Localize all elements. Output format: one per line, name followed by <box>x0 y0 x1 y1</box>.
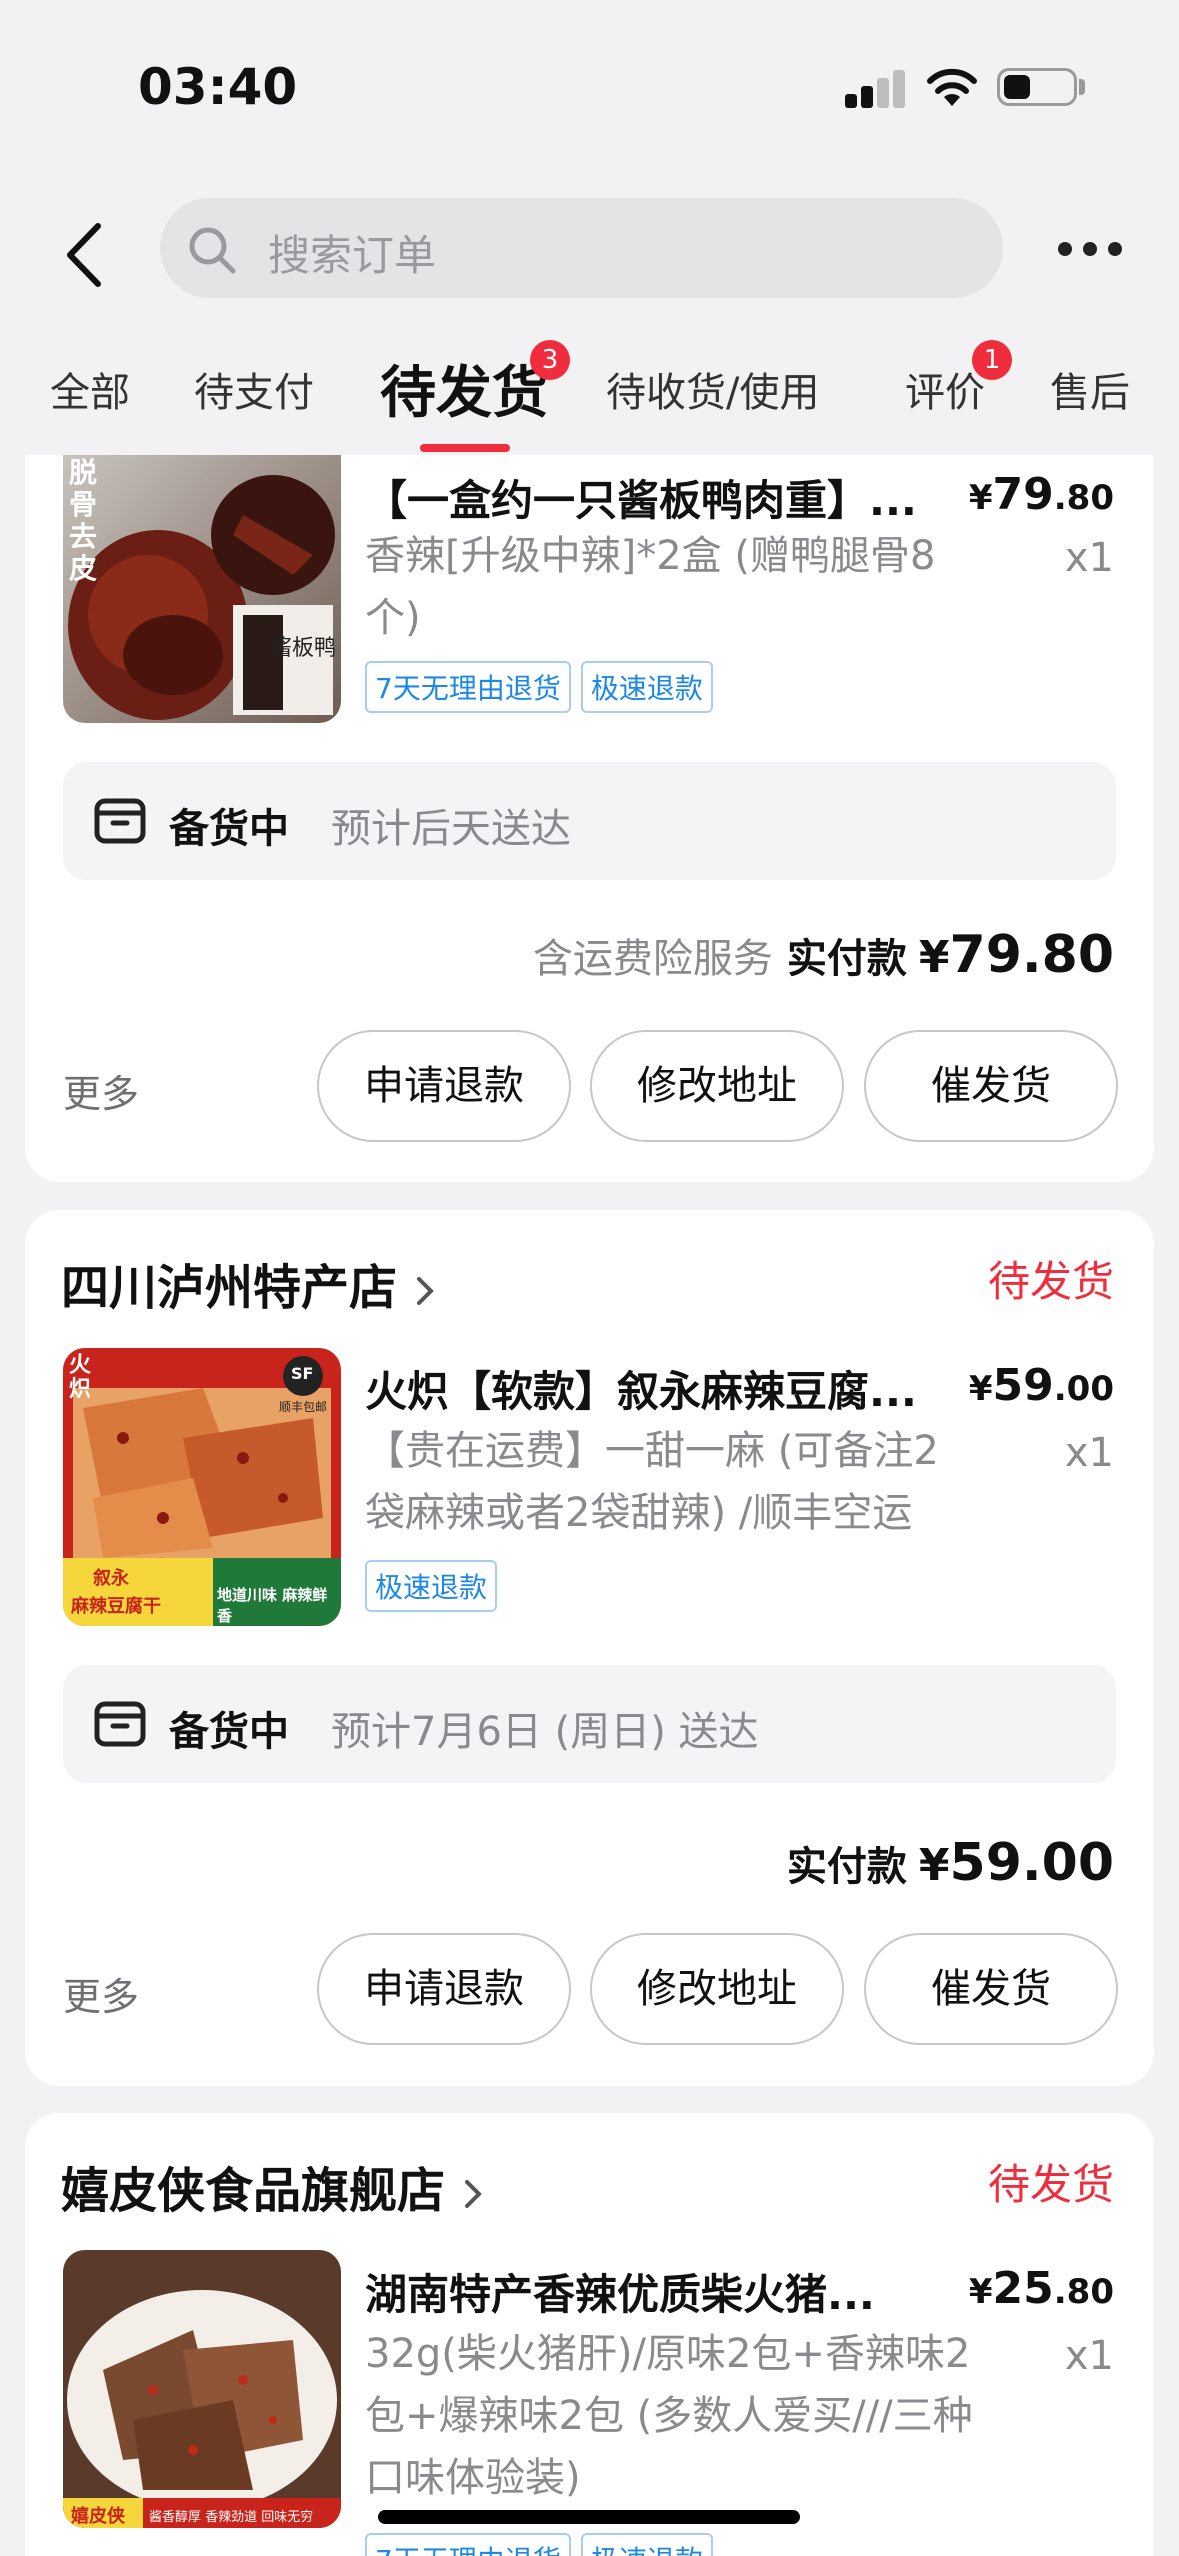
shipping-status-box[interactable]: 备货中 预计7月6日 (周日) 送达 <box>63 1665 1116 1783</box>
product-qty: x1 <box>1064 2333 1114 2379</box>
tab-badge-pending-shipment: 3 <box>530 340 570 380</box>
image-brand-text: 火炽 <box>69 1353 92 1402</box>
nav-bar: 搜索订单 <box>0 190 1179 310</box>
order-card: 酱板鸭 脱骨去皮 【一盒约一只酱板鸭肉重】... ¥79.80 香辣[升级中辣]… <box>25 455 1154 1182</box>
product-image[interactable]: 酱板鸭 脱骨去皮 <box>63 455 341 723</box>
tab-badge-review: 1 <box>972 340 1012 380</box>
service-tags: 7天无理由退货极速退款 <box>365 661 723 713</box>
product-title[interactable]: 【一盒约一只酱板鸭肉重】... <box>365 467 925 528</box>
order-card: 嬉皮侠食品旗舰店 待发货 嬉皮侠 酱香醇厚 香辣劲道 回味无穷 湖南特产香辣优质… <box>25 2113 1154 2556</box>
product-spec: 【贵在运费】一甜一麻 (可备注2袋麻辣或者2袋甜辣) /顺丰空运 <box>365 1428 939 1536</box>
image-label-text: 麻辣豆腐干 <box>71 1596 161 1617</box>
shipping-status-box[interactable]: 备货中 预计后天送达 <box>63 762 1116 880</box>
more-options-icon[interactable] <box>1058 242 1122 258</box>
status-bar: 03:40 <box>0 0 1179 170</box>
order-tabs: 全部 待支付 待发货 3 待收货/使用 评价 1 售后 <box>0 340 1179 460</box>
shipping-eta: 预计7月6日 (周日) 送达 <box>331 1709 759 1755</box>
image-overlay-text: 脱骨去皮 <box>69 456 98 585</box>
search-input[interactable]: 搜索订单 <box>160 198 1003 298</box>
urge-shipment-button[interactable]: 催发货 <box>864 1030 1118 1142</box>
image-slogan-text: 酱香醇厚 香辣劲道 回味无穷 <box>149 2510 314 2525</box>
change-address-button[interactable]: 修改地址 <box>590 1933 844 2045</box>
tag-7day-return: 7天无理由退货 <box>365 661 571 713</box>
more-actions-link[interactable]: 更多 <box>63 1966 139 2021</box>
paid-amount: ¥79.80 <box>918 925 1114 985</box>
tab-after-sales[interactable]: 售后 <box>1050 360 1130 418</box>
chevron-right-icon <box>417 1277 434 1305</box>
tab-pending-payment[interactable]: 待支付 <box>194 360 314 418</box>
package-icon <box>94 1701 146 1747</box>
tab-pending-shipment[interactable]: 待发货 <box>380 348 548 429</box>
product-price: ¥59.00 <box>968 1360 1114 1411</box>
paid-amount: ¥59.00 <box>918 1833 1114 1893</box>
product-price: ¥79.80 <box>968 469 1114 520</box>
tag-fast-refund: 极速退款 <box>580 2533 713 2556</box>
payment-row: 含运费险服务 实付款 ¥79.80 <box>533 925 1114 985</box>
service-tags: 极速退款 <box>365 1560 507 1612</box>
shipping-status: 备货中 <box>169 1709 289 1755</box>
payment-row: 实付款 ¥59.00 <box>787 1833 1114 1893</box>
shipping-insurance-note: 含运费险服务 <box>532 936 773 982</box>
image-box-text: 酱板鸭 <box>270 636 336 661</box>
shop-name[interactable]: 嬉皮侠食品旗舰店 <box>61 2151 483 2221</box>
product-image[interactable]: 嬉皮侠 酱香醇厚 香辣劲道 回味无穷 <box>63 2250 341 2528</box>
image-sf-sub-text: 顺丰包邮 <box>279 1400 328 1414</box>
image-label-text: 叙永 <box>93 1568 129 1589</box>
status-time: 03:40 <box>138 58 298 116</box>
order-card: 四川泸州特产店 待发货 火炽 SF 顺丰包邮 叙永 麻辣豆腐干 地道川味 麻辣鲜… <box>25 1210 1154 2086</box>
order-status: 待发货 <box>987 1257 1114 1306</box>
product-price: ¥25.80 <box>968 2263 1114 2314</box>
shop-name[interactable]: 四川泸州特产店 <box>61 1248 435 1318</box>
image-brand-text: 嬉皮侠 <box>71 2506 125 2527</box>
apply-refund-button[interactable]: 申请退款 <box>317 1933 571 2045</box>
chevron-right-icon <box>465 2180 482 2208</box>
shipping-status: 备货中 <box>169 806 289 852</box>
search-placeholder: 搜索订单 <box>268 231 437 280</box>
image-slogan-text: 地道川味 麻辣鲜香 <box>217 1586 328 1625</box>
product-spec: 32g(柴火猪肝)/原味2包+香辣味2包+爆辣味2包 (多数人爱买///三种口味… <box>365 2331 973 2501</box>
tag-7day-return: 7天无理由退货 <box>365 2533 571 2556</box>
product-image[interactable]: 火炽 SF 顺丰包邮 叙永 麻辣豆腐干 地道川味 麻辣鲜香 <box>63 1348 341 1626</box>
battery-cap <box>1079 79 1085 95</box>
image-sf-text: SF <box>291 1364 314 1383</box>
back-arrow-icon[interactable] <box>60 220 110 290</box>
search-icon <box>189 227 236 274</box>
more-actions-link[interactable]: 更多 <box>63 1063 139 1118</box>
shipping-eta: 预计后天送达 <box>331 806 571 852</box>
tag-fast-refund: 极速退款 <box>580 661 713 713</box>
active-tab-indicator <box>420 444 510 452</box>
apply-refund-button[interactable]: 申请退款 <box>317 1030 571 1142</box>
product-qty: x1 <box>1064 535 1114 581</box>
paid-label: 实付款 <box>786 1844 907 1890</box>
tab-all[interactable]: 全部 <box>50 360 130 418</box>
product-title[interactable]: 火炽【软款】叙永麻辣豆腐... <box>365 1358 925 1419</box>
wifi-icon <box>927 68 977 106</box>
product-title[interactable]: 湖南特产香辣优质柴火猪... <box>365 2261 925 2322</box>
cellular-signal-icon <box>845 68 907 108</box>
product-qty: x1 <box>1064 1430 1114 1476</box>
product-spec: 香辣[升级中辣]*2盒 (赠鸭腿骨8个) <box>365 533 936 641</box>
package-icon <box>94 798 146 844</box>
change-address-button[interactable]: 修改地址 <box>590 1030 844 1142</box>
battery-icon <box>997 68 1077 106</box>
tab-pending-receipt[interactable]: 待收货/使用 <box>606 360 819 418</box>
home-indicator[interactable] <box>378 2510 800 2524</box>
order-status: 待发货 <box>987 2160 1114 2209</box>
paid-label: 实付款 <box>786 936 907 982</box>
tag-fast-refund: 极速退款 <box>365 1560 498 1612</box>
urge-shipment-button[interactable]: 催发货 <box>864 1933 1118 2045</box>
service-tags: 7天无理由退货极速退款 <box>365 2533 723 2556</box>
